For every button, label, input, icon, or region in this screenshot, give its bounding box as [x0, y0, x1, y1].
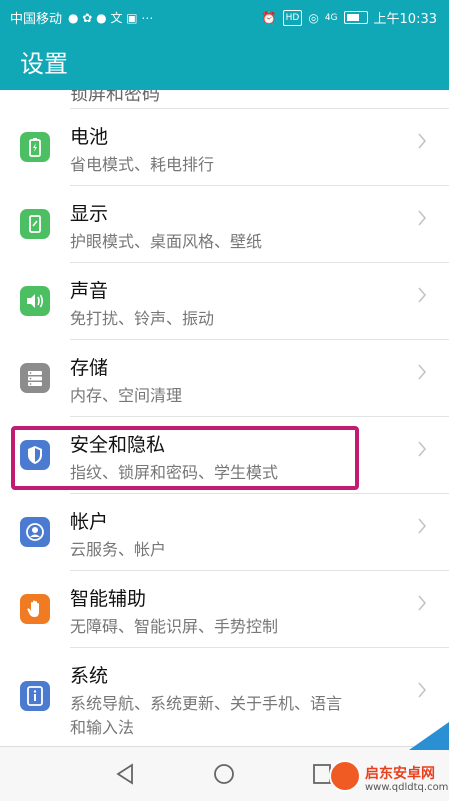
- system-info-icon: [20, 681, 50, 711]
- watermark-title: 启东安卓网: [365, 766, 435, 782]
- item-label: 显示: [70, 203, 109, 225]
- item-label: 电池: [70, 126, 109, 148]
- item-subtitle-continued: 和输入法: [70, 718, 135, 737]
- signal-icon: 4G: [324, 12, 338, 23]
- storage-icon: [20, 363, 50, 393]
- back-icon[interactable]: [114, 762, 136, 786]
- item-subtitle: 免打扰、铃声、振动: [70, 309, 215, 328]
- hand-icon: [20, 594, 50, 624]
- home-icon[interactable]: [212, 762, 236, 786]
- page-title: 设置: [20, 50, 68, 78]
- watermark: 启东安卓网 www.qdldtq.com: [309, 722, 449, 800]
- settings-item-display[interactable]: 显示 护眼模式、桌面风格、壁纸: [0, 185, 449, 262]
- item-label: 存储: [70, 357, 109, 379]
- status-bar: 中国移动 ● ✿ ● 文 ▣ ⋯ ⏰ HD ◎ 4G 上午10:33: [0, 0, 449, 32]
- watermark-logo: [329, 760, 361, 792]
- item-label: 系统: [70, 665, 109, 687]
- item-label: 声音: [70, 280, 109, 302]
- item-subtitle: 内存、空间清理: [70, 386, 183, 405]
- alarm-icon: ⏰: [261, 10, 277, 25]
- partial-item-text: 锁屏和密码: [70, 90, 160, 105]
- display-icon: [20, 209, 50, 239]
- wifi-icon: ◎: [308, 10, 319, 25]
- settings-item-account[interactable]: 帐户 云服务、帐户: [0, 493, 449, 570]
- app-bar: 设置: [0, 32, 449, 90]
- item-subtitle: 护眼模式、桌面风格、壁纸: [70, 232, 263, 251]
- chevron-right-icon: [418, 595, 427, 611]
- chevron-right-icon: [418, 682, 427, 698]
- hd-icon: HD: [282, 9, 303, 26]
- item-subtitle: 省电模式、耗电排行: [70, 155, 215, 174]
- settings-item-storage[interactable]: 存储 内存、空间清理: [0, 339, 449, 416]
- notification-icons: ● ✿ ● 文 ▣ ⋯: [68, 10, 154, 25]
- partial-list-item[interactable]: 锁屏和密码: [0, 90, 449, 108]
- item-subtitle: 无障碍、智能识屏、手势控制: [70, 617, 279, 636]
- settings-list[interactable]: 锁屏和密码 电池 省电模式、耗电排行 显示 护眼模式、桌面风格、壁纸 声音 免打…: [0, 90, 449, 746]
- battery-icon: [20, 132, 50, 162]
- highlight-box: [11, 426, 359, 490]
- clock: 上午10:33: [373, 12, 437, 27]
- chevron-right-icon: [418, 133, 427, 149]
- battery-status-icon: [343, 11, 368, 24]
- settings-item-sound[interactable]: 声音 免打扰、铃声、振动: [0, 262, 449, 339]
- chevron-right-icon: [418, 441, 427, 457]
- item-subtitle: 系统导航、系统更新、关于手机、语言: [70, 694, 343, 713]
- chevron-right-icon: [418, 210, 427, 226]
- carrier-name: 中国移动: [10, 12, 63, 27]
- chevron-right-icon: [418, 287, 427, 303]
- item-subtitle: 云服务、帐户: [70, 540, 167, 559]
- item-label: 帐户: [70, 511, 109, 533]
- settings-item-smart-assist[interactable]: 智能辅助 无障碍、智能识屏、手势控制: [0, 570, 449, 647]
- chevron-right-icon: [418, 364, 427, 380]
- watermark-url: www.qdldtq.com: [365, 782, 449, 793]
- chevron-right-icon: [418, 518, 427, 534]
- item-label: 智能辅助: [70, 588, 147, 610]
- watermark-corner: [409, 722, 449, 750]
- account-icon: [20, 517, 50, 547]
- settings-item-battery[interactable]: 电池 省电模式、耗电排行: [0, 108, 449, 185]
- sound-icon: [20, 286, 50, 316]
